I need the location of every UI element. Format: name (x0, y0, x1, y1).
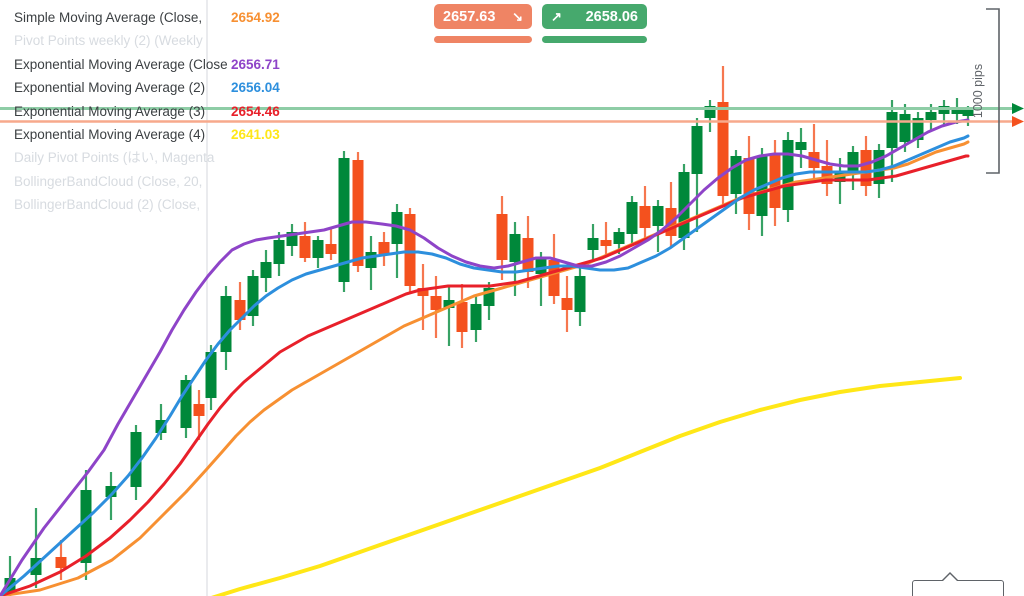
candle-body (456, 302, 468, 332)
candle-body (312, 240, 324, 258)
candle-body (522, 238, 534, 272)
candle-body (951, 110, 963, 114)
candle-body (509, 234, 521, 262)
candle-body (691, 126, 703, 174)
candle-body (600, 240, 612, 246)
pips-bracket-icon (986, 8, 1000, 174)
candle-body (587, 238, 599, 250)
quote-badges: 2657.63 ↘ ↗ 2658.06 (434, 4, 647, 43)
candle-body (639, 206, 651, 228)
candle-body (180, 380, 192, 428)
candle-body (273, 240, 285, 264)
candle-body (652, 206, 664, 226)
bid-quote-group[interactable]: 2657.63 ↘ (434, 4, 532, 43)
candle-body (626, 202, 638, 234)
candle-body (55, 557, 67, 568)
bid-trend-arrow-icon: ↘ (512, 9, 523, 24)
candle-body (365, 252, 377, 268)
moving-average-line (0, 140, 970, 596)
candle-body (352, 160, 364, 266)
candle-body (470, 304, 482, 330)
ask-trend-arrow-icon: ↗ (551, 9, 562, 24)
moving-average-line (0, 118, 970, 596)
moving-average-line (211, 376, 962, 596)
candle-body (299, 236, 311, 258)
candle-body (193, 404, 205, 416)
ask-price-value: 2658.06 (585, 8, 638, 25)
candle-body (404, 214, 416, 286)
candle-body (430, 296, 442, 310)
bid-strength-bar (434, 36, 532, 43)
candlestick-series (4, 66, 974, 596)
candle-body (899, 114, 911, 142)
candle-body (886, 112, 898, 148)
candle-body (743, 158, 755, 214)
ask-price-badge[interactable]: ↗ 2658.06 (542, 4, 647, 29)
bid-price-badge[interactable]: 2657.63 ↘ (434, 4, 532, 29)
candle-body (260, 262, 272, 278)
ask-strength-bar (542, 36, 647, 43)
candle-body (535, 258, 547, 274)
candle-body (795, 142, 807, 150)
candle-body (574, 276, 586, 312)
bid-price-value: 2657.63 (443, 8, 496, 25)
trading-chart-screen: Simple Moving Average (Close, 2654.92 Piv… (0, 0, 1024, 596)
candle-body (220, 296, 232, 352)
candle-body (325, 244, 337, 254)
candle-body (378, 242, 390, 254)
price-chart-canvas[interactable] (0, 0, 1024, 596)
candle-body (561, 298, 573, 310)
candle-body (717, 102, 729, 196)
candle-body (730, 156, 742, 194)
moving-average-line (0, 134, 970, 596)
candle-body (925, 112, 937, 120)
chart-tooltip-popup (912, 572, 1004, 596)
candle-body (613, 232, 625, 244)
ask-quote-group[interactable]: ↗ 2658.06 (542, 4, 647, 43)
pips-range-label: 1000 pips (971, 63, 985, 119)
pips-range-annotation: 1000 pips (971, 8, 1018, 174)
candle-body (496, 214, 508, 260)
